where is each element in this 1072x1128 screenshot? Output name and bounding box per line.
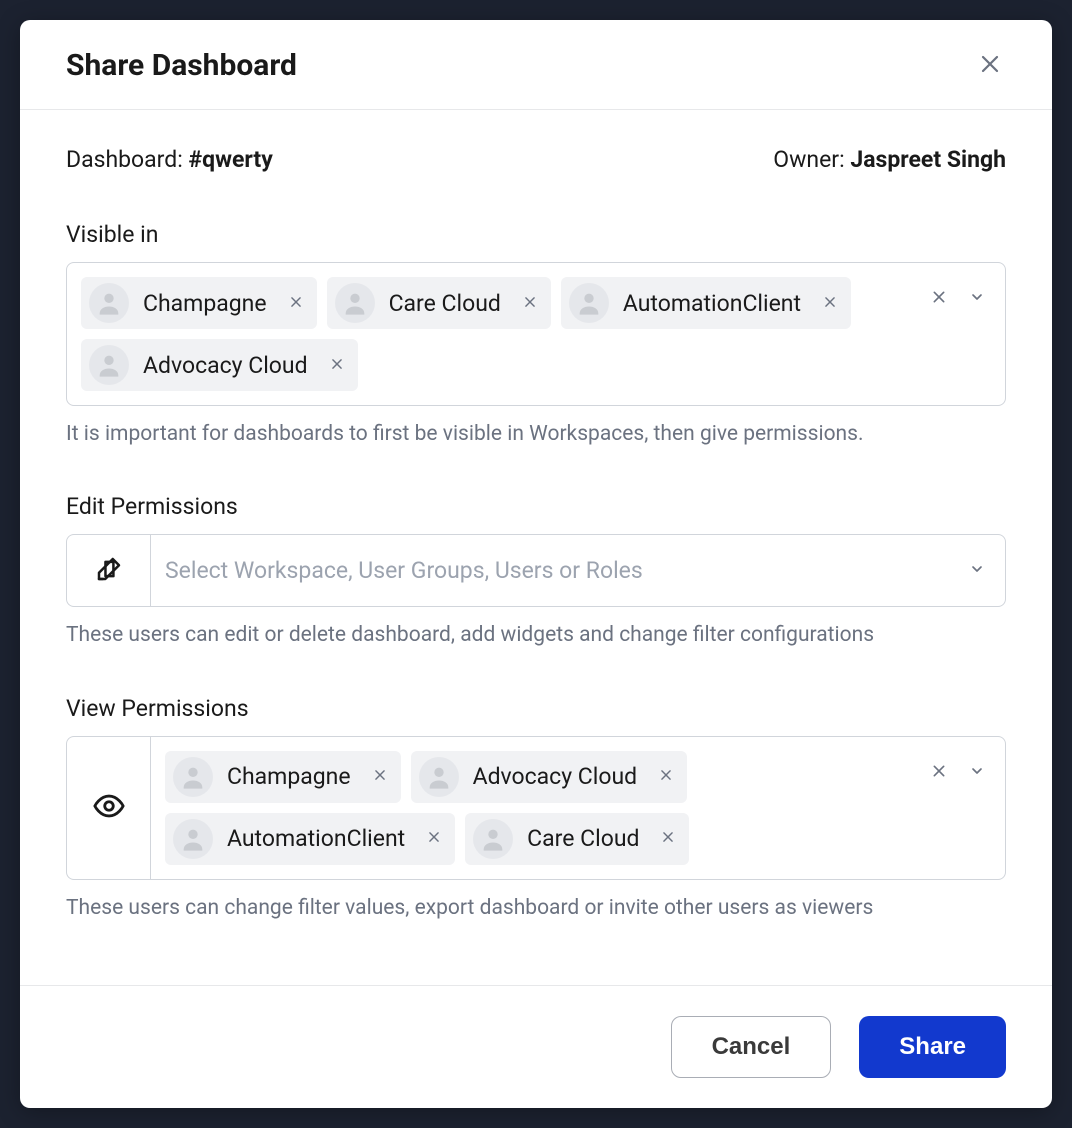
visible-in-actions — [929, 277, 991, 310]
edit-permissions-actions — [967, 549, 991, 582]
close-icon — [427, 830, 441, 847]
chip-label: Champagne — [143, 290, 267, 317]
avatar-icon — [473, 819, 513, 859]
view-permissions-chips: Champagne Advocacy Cloud AutomationClient C… — [165, 751, 921, 865]
view-icon-prefix — [66, 736, 150, 880]
pencil-icon — [94, 554, 124, 588]
close-icon — [978, 52, 1002, 79]
chip-label: Care Cloud — [389, 290, 501, 317]
view-permissions-combo: Champagne Advocacy Cloud AutomationClient C… — [66, 736, 1006, 880]
chip-remove-button[interactable] — [287, 293, 305, 314]
dropdown-toggle[interactable] — [967, 287, 987, 310]
visible-in-section: Visible in Champagne Care Cloud Automation… — [66, 221, 1006, 449]
close-icon — [523, 295, 537, 312]
dropdown-toggle[interactable] — [967, 559, 987, 582]
chip: Advocacy Cloud — [411, 751, 688, 803]
edit-permissions-select[interactable]: Select Workspace, User Groups, Users or … — [150, 534, 1006, 607]
chip-label: Advocacy Cloud — [473, 763, 638, 790]
chip: Care Cloud — [327, 277, 551, 329]
avatar-icon — [173, 757, 213, 797]
owner-label: Owner: — [773, 146, 850, 173]
view-permissions-actions — [929, 751, 991, 784]
chip: Advocacy Cloud — [81, 339, 358, 391]
modal-title: Share Dashboard — [66, 48, 297, 83]
edit-permissions-combo: Select Workspace, User Groups, Users or … — [66, 534, 1006, 607]
chip-remove-button[interactable] — [657, 766, 675, 787]
share-button[interactable]: Share — [859, 1016, 1006, 1078]
avatar-icon — [89, 283, 129, 323]
close-icon — [289, 295, 303, 312]
modal-header: Share Dashboard — [20, 20, 1052, 110]
visible-in-label: Visible in — [66, 221, 1006, 248]
chip-remove-button[interactable] — [371, 766, 389, 787]
dashboard-info-row: Dashboard: #qwerty Owner: Jaspreet Singh — [66, 146, 1006, 173]
chip-label: Care Cloud — [527, 825, 639, 852]
close-icon — [373, 768, 387, 785]
edit-icon-prefix — [66, 534, 150, 607]
close-icon — [330, 357, 344, 374]
close-icon — [931, 763, 947, 782]
close-icon — [931, 289, 947, 308]
eye-icon — [92, 789, 126, 827]
chip: Care Cloud — [465, 813, 689, 865]
chip-remove-button[interactable] — [425, 828, 443, 849]
chip-remove-button[interactable] — [821, 293, 839, 314]
chevron-down-icon — [969, 763, 985, 782]
owner-name: Jaspreet Singh — [850, 146, 1006, 173]
chevron-down-icon — [969, 561, 985, 580]
visible-in-help: It is important for dashboards to first … — [66, 420, 1006, 449]
close-icon — [823, 295, 837, 312]
clear-all-button[interactable] — [929, 761, 949, 784]
view-permissions-help: These users can change filter values, ex… — [66, 894, 1006, 923]
avatar-icon — [335, 283, 375, 323]
chip: AutomationClient — [165, 813, 455, 865]
chip-label: Advocacy Cloud — [143, 352, 308, 379]
chip-remove-button[interactable] — [328, 355, 346, 376]
edit-permissions-label: Edit Permissions — [66, 493, 1006, 520]
close-icon — [661, 830, 675, 847]
edit-permissions-placeholder: Select Workspace, User Groups, Users or … — [165, 549, 959, 592]
clear-all-button[interactable] — [929, 287, 949, 310]
avatar-icon — [569, 283, 609, 323]
modal-body: Dashboard: #qwerty Owner: Jaspreet Singh… — [20, 110, 1052, 985]
avatar-icon — [173, 819, 213, 859]
chip-remove-button[interactable] — [521, 293, 539, 314]
avatar-icon — [89, 345, 129, 385]
chip-remove-button[interactable] — [659, 828, 677, 849]
view-permissions-label: View Permissions — [66, 695, 1006, 722]
chip: Champagne — [81, 277, 317, 329]
dropdown-toggle[interactable] — [967, 761, 987, 784]
edit-permissions-section: Edit Permissions Select Workspace, User … — [66, 493, 1006, 650]
share-dashboard-modal: Share Dashboard Dashboard: #qwerty Owner… — [20, 20, 1052, 1108]
visible-in-chips: Champagne Care Cloud AutomationClient Advoc… — [81, 277, 921, 391]
dashboard-label: Dashboard: — [66, 146, 189, 173]
edit-permissions-help: These users can edit or delete dashboard… — [66, 621, 1006, 650]
cancel-button[interactable]: Cancel — [671, 1016, 832, 1078]
visible-in-select[interactable]: Champagne Care Cloud AutomationClient Advoc… — [66, 262, 1006, 406]
owner-field: Owner: Jaspreet Singh — [773, 146, 1006, 173]
chip-label: AutomationClient — [623, 290, 801, 317]
chip-label: Champagne — [227, 763, 351, 790]
chip: Champagne — [165, 751, 401, 803]
modal-footer: Cancel Share — [20, 985, 1052, 1108]
dashboard-name: #qwerty — [189, 146, 273, 173]
chip: AutomationClient — [561, 277, 851, 329]
view-permissions-select[interactable]: Champagne Advocacy Cloud AutomationClient C… — [150, 736, 1006, 880]
avatar-icon — [419, 757, 459, 797]
chevron-down-icon — [969, 289, 985, 308]
dashboard-name-field: Dashboard: #qwerty — [66, 146, 773, 173]
chip-label: AutomationClient — [227, 825, 405, 852]
close-icon — [659, 768, 673, 785]
view-permissions-section: View Permissions Champagne Advocacy Cloud… — [66, 695, 1006, 923]
close-button[interactable] — [974, 48, 1006, 83]
